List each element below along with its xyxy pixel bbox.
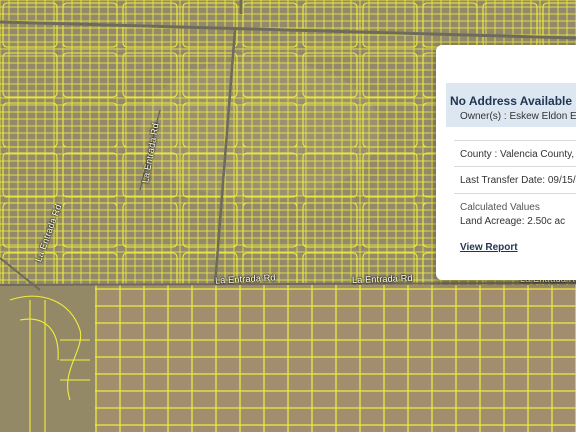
calculated-values-title: Calculated Values (460, 202, 540, 213)
acreage-value: 2.50c ac (527, 216, 566, 227)
transfer-label: Last Transfer Date: (460, 175, 546, 186)
view-report-link[interactable]: View Report (460, 242, 518, 253)
acreage-row: Land Acreage: 2.50c ac (460, 216, 565, 227)
owner-label: Owner(s) : (460, 111, 507, 122)
property-popup[interactable]: No Address Available Owner(s) : Eskew El… (436, 45, 576, 280)
road-label: La Entrada Rd (351, 272, 413, 286)
county-value: Valencia County, N (500, 149, 576, 160)
popup-title: No Address Available (450, 94, 573, 108)
divider (454, 166, 576, 167)
transfer-row: Last Transfer Date: 09/15/ (460, 175, 576, 186)
county-label: County : (460, 149, 498, 160)
acreage-label: Land Acreage: (460, 216, 525, 227)
large-parcel-grid (95, 285, 576, 432)
owner-value: Eskew Eldon E (509, 111, 576, 122)
divider (454, 193, 576, 194)
divider (454, 140, 576, 141)
county-row: County : Valencia County, N (460, 149, 576, 160)
sw-subdivision-area (0, 285, 95, 432)
transfer-value: 09/15/ (547, 175, 576, 186)
owner-row: Owner(s) : Eskew Eldon E (460, 111, 576, 122)
